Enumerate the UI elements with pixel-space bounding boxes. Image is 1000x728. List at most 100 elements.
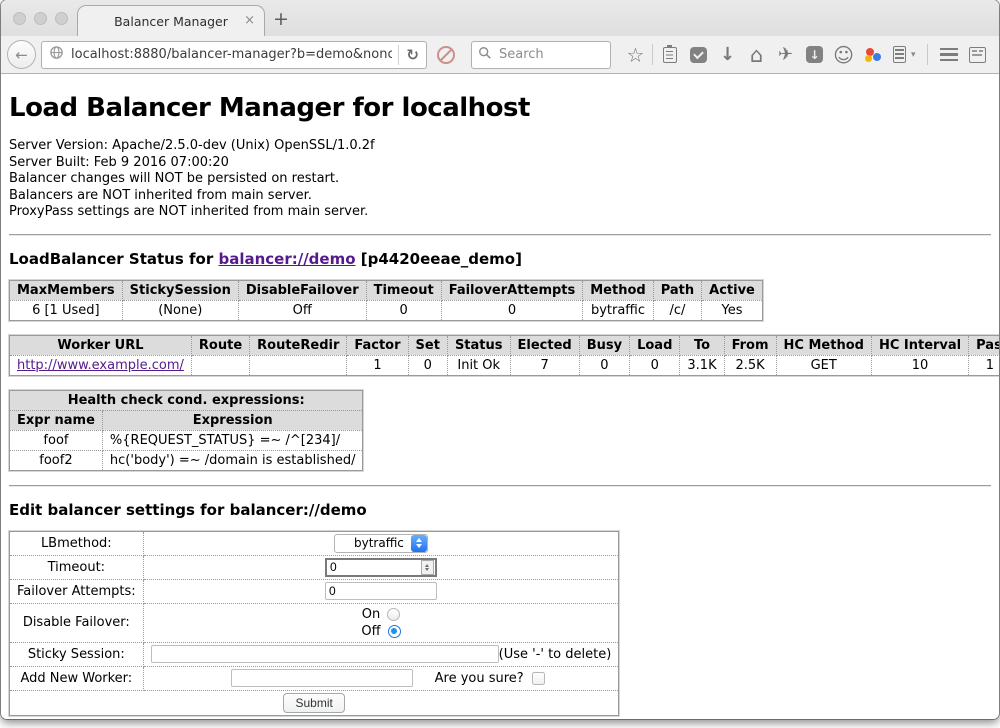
col-routeredir: RouteRedir bbox=[250, 335, 347, 355]
proxypass-note-line: ProxyPass settings are NOT inherited fro… bbox=[9, 204, 991, 221]
back-button[interactable]: ← bbox=[7, 40, 36, 69]
send-tab-icon[interactable]: ✈ bbox=[771, 40, 800, 69]
col-disablefailover: DisableFailover bbox=[238, 280, 366, 300]
cell-elected: 7 bbox=[510, 355, 579, 375]
overflow-caret-icon[interactable]: ▾ bbox=[911, 50, 921, 60]
edit-balancer-form: LBmethod: bytraffic Timeout: bbox=[9, 531, 619, 716]
timeout-input[interactable] bbox=[327, 560, 421, 574]
page-content: Load Balancer Manager for localhost Serv… bbox=[1, 93, 999, 719]
search-input[interactable] bbox=[497, 46, 604, 63]
window-minimize-button[interactable] bbox=[34, 12, 47, 25]
screenshot-stage: Balancer Manager × + ← ↻ bbox=[0, 0, 1000, 728]
form-row-lbmethod: LBmethod: bytraffic bbox=[10, 531, 619, 555]
col-worker-url: Worker URL bbox=[10, 335, 192, 355]
new-tab-button[interactable]: + bbox=[273, 8, 289, 30]
form-row-failover: Failover Attempts: bbox=[10, 579, 619, 603]
back-arrow-icon: ← bbox=[15, 46, 28, 64]
bookmark-star-icon[interactable]: ☆ bbox=[621, 40, 650, 69]
are-you-sure-checkbox[interactable] bbox=[532, 672, 545, 685]
cell-status: Init Ok bbox=[447, 355, 510, 375]
disable-failover-cell: On Off bbox=[143, 603, 619, 642]
add-worker-cell: Are you sure? bbox=[143, 666, 619, 690]
extension-dots-icon[interactable] bbox=[858, 40, 887, 69]
browser-window: Balancer Manager × + ← ↻ bbox=[1, 0, 999, 719]
menu-hamburger-icon[interactable] bbox=[934, 40, 963, 69]
balancer-demo-link[interactable]: balancer://demo bbox=[218, 250, 355, 268]
save-to-device-icon[interactable]: ↓ bbox=[800, 40, 829, 69]
server-version-line: Server Version: Apache/2.5.0-dev (Unix) … bbox=[9, 138, 991, 155]
pages-grid-icon[interactable] bbox=[963, 40, 992, 69]
page-title: Load Balancer Manager for localhost bbox=[9, 93, 991, 123]
window-zoom-button[interactable] bbox=[55, 12, 68, 25]
search-bar[interactable] bbox=[471, 41, 611, 69]
form-row-add-worker: Add New Worker: Are you sure? bbox=[10, 666, 619, 690]
number-stepper-icon[interactable] bbox=[421, 560, 434, 575]
radio-off[interactable] bbox=[388, 625, 401, 638]
lbmethod-select[interactable]: bytraffic bbox=[334, 534, 428, 553]
disable-failover-label: Disable Failover: bbox=[10, 603, 144, 642]
table-row: foof2 hc('body') =~ /domain is establish… bbox=[10, 450, 363, 470]
cell-routeredir bbox=[250, 355, 347, 375]
submit-button[interactable]: Submit bbox=[283, 693, 344, 713]
failover-attempts-input[interactable] bbox=[325, 582, 437, 600]
are-you-sure-label: Are you sure? bbox=[435, 671, 524, 686]
window-controls bbox=[13, 12, 68, 25]
url-input[interactable] bbox=[69, 46, 394, 63]
cell-to: 3.1K bbox=[680, 355, 724, 375]
cell-hc-method: GET bbox=[776, 355, 871, 375]
cell-factor: 1 bbox=[347, 355, 408, 375]
globe-icon bbox=[49, 45, 64, 64]
form-row-disable-failover: Disable Failover: On Off bbox=[10, 603, 619, 642]
loadbalancer-status-heading: LoadBalancer Status for balancer://demo … bbox=[9, 250, 991, 268]
col-to: To bbox=[680, 335, 724, 355]
col-route: Route bbox=[191, 335, 249, 355]
col-stickysession: StickySession bbox=[122, 280, 238, 300]
server-built-line: Server Built: Feb 9 2016 07:00:20 bbox=[9, 155, 991, 172]
edit-balancer-heading: Edit balancer settings for balancer://de… bbox=[9, 501, 991, 519]
form-row-timeout: Timeout: bbox=[10, 555, 619, 579]
reload-icon[interactable]: ↻ bbox=[403, 46, 422, 64]
toolbar-icon-row: ☆ ↓ ⌂ ✈ ↓ ☺ ▾ bbox=[621, 40, 992, 69]
cell-active: Yes bbox=[702, 300, 763, 320]
tab-close-icon[interactable]: × bbox=[244, 13, 255, 28]
content-blocked-icon[interactable] bbox=[431, 41, 461, 69]
cell-method: bytraffic bbox=[583, 300, 653, 320]
balancer-status-table: MaxMembers StickySession DisableFailover… bbox=[9, 280, 763, 321]
lbmethod-selected-value: bytraffic bbox=[347, 536, 411, 550]
add-worker-label: Add New Worker: bbox=[10, 666, 144, 690]
cell-expression: hc('body') =~ /domain is established/ bbox=[102, 450, 363, 470]
window-close-button[interactable] bbox=[13, 12, 26, 25]
col-expr-name: Expr name bbox=[10, 410, 103, 430]
col-busy: Busy bbox=[579, 335, 629, 355]
table-row: http://www.example.com/ 1 0 Init Ok 7 0 … bbox=[10, 355, 1000, 375]
radio-on-label: On bbox=[362, 607, 380, 622]
add-worker-input[interactable] bbox=[231, 669, 413, 687]
downloads-icon[interactable]: ↓ bbox=[713, 40, 742, 69]
pocket-icon[interactable] bbox=[684, 40, 713, 69]
radio-on[interactable] bbox=[387, 608, 400, 621]
home-icon[interactable]: ⌂ bbox=[742, 40, 771, 69]
url-bar[interactable]: ↻ bbox=[41, 41, 427, 69]
failover-cell bbox=[143, 579, 619, 603]
sticky-session-note: (Use '-' to delete) bbox=[499, 647, 612, 662]
col-maxmembers: MaxMembers bbox=[10, 280, 123, 300]
sticky-session-input[interactable] bbox=[151, 645, 499, 663]
failover-label: Failover Attempts: bbox=[10, 579, 144, 603]
tab-balancer-manager[interactable]: Balancer Manager × bbox=[77, 5, 265, 36]
worker-url-link[interactable]: http://www.example.com/ bbox=[17, 358, 184, 373]
cell-expression: %{REQUEST_STATUS} =~ /^[234]/ bbox=[102, 430, 363, 450]
sticky-cell: (Use '-' to delete) bbox=[143, 642, 619, 666]
clipboard-list-icon[interactable] bbox=[655, 40, 684, 69]
table-header-row: MaxMembers StickySession DisableFailover… bbox=[10, 280, 763, 300]
cell-expr-name: foof bbox=[10, 430, 103, 450]
col-load: Load bbox=[630, 335, 680, 355]
timeout-label: Timeout: bbox=[10, 555, 144, 579]
col-method: Method bbox=[583, 280, 653, 300]
status-heading-suffix: [p4420eeae_demo] bbox=[356, 250, 522, 268]
divider bbox=[9, 485, 991, 487]
table-header-row: Worker URL Route RouteRedir Factor Set S… bbox=[10, 335, 1000, 355]
container-icon[interactable] bbox=[887, 40, 911, 69]
forum-smiley-icon[interactable]: ☺ bbox=[829, 40, 858, 69]
cell-passes: 1 (0) bbox=[969, 355, 999, 375]
timeout-input-wrap bbox=[325, 558, 437, 577]
